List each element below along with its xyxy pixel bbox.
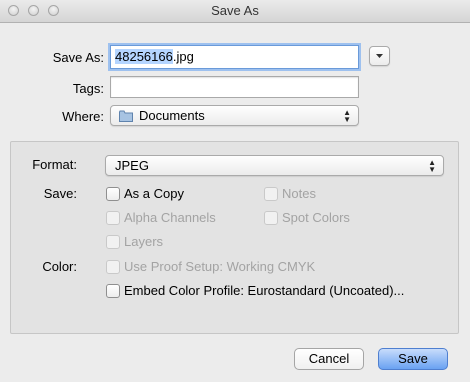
as-a-copy-label: As a Copy	[124, 186, 184, 201]
save-options-label: Save:	[43, 186, 77, 201]
save-button[interactable]: Save	[378, 348, 448, 370]
as-a-copy-checkbox[interactable]	[106, 187, 120, 201]
up-down-arrows-icon: ▲ ▼	[428, 158, 436, 174]
chevron-down-icon	[376, 54, 383, 58]
format-value: JPEG	[115, 158, 149, 173]
color-label: Color:	[42, 259, 77, 274]
cancel-button[interactable]: Cancel	[294, 348, 364, 370]
layers-label: Layers	[124, 234, 164, 249]
tags-field[interactable]	[110, 76, 359, 98]
embed-color-profile-label: Embed Color Profile: Eurostandard (Uncoa…	[124, 283, 405, 298]
use-proof-setup-label: Use Proof Setup: Working CMYK	[124, 259, 316, 274]
expand-button[interactable]	[369, 46, 390, 66]
up-down-arrows-icon: ▲ ▼	[343, 108, 351, 124]
where-value: Documents	[139, 108, 205, 123]
filename-selected-text: 48256166	[115, 49, 173, 64]
use-proof-setup-checkbox[interactable]	[106, 260, 120, 274]
notes-label: Notes	[282, 186, 316, 201]
filename-extension: .jpg	[172, 49, 194, 64]
close-window-button[interactable]	[8, 5, 19, 16]
zoom-window-button[interactable]	[48, 5, 59, 16]
title-bar: Save As	[0, 0, 470, 23]
notes-checkbox[interactable]	[264, 187, 278, 201]
filename-field[interactable]: 48256166.jpg	[110, 45, 359, 69]
window-title: Save As	[211, 3, 259, 18]
format-label: Format:	[32, 157, 77, 172]
where-label: Where:	[62, 109, 104, 124]
spot-colors-label: Spot Colors	[282, 210, 350, 225]
save-as-dialog: Save As Save As: 48256166.jpg Tags: Wher…	[0, 0, 470, 382]
alpha-channels-label: Alpha Channels	[124, 210, 216, 225]
format-popup[interactable]: JPEG ▲ ▼	[105, 155, 444, 176]
spot-colors-checkbox[interactable]	[264, 211, 278, 225]
folder-icon	[119, 110, 133, 122]
tags-label: Tags:	[72, 81, 104, 96]
layers-checkbox[interactable]	[106, 235, 120, 249]
minimize-window-button[interactable]	[28, 5, 39, 16]
alpha-channels-checkbox[interactable]	[106, 211, 120, 225]
save-as-label: Save As:	[52, 50, 104, 65]
where-popup[interactable]: Documents ▲ ▼	[110, 105, 359, 126]
embed-color-profile-checkbox[interactable]	[106, 284, 120, 298]
